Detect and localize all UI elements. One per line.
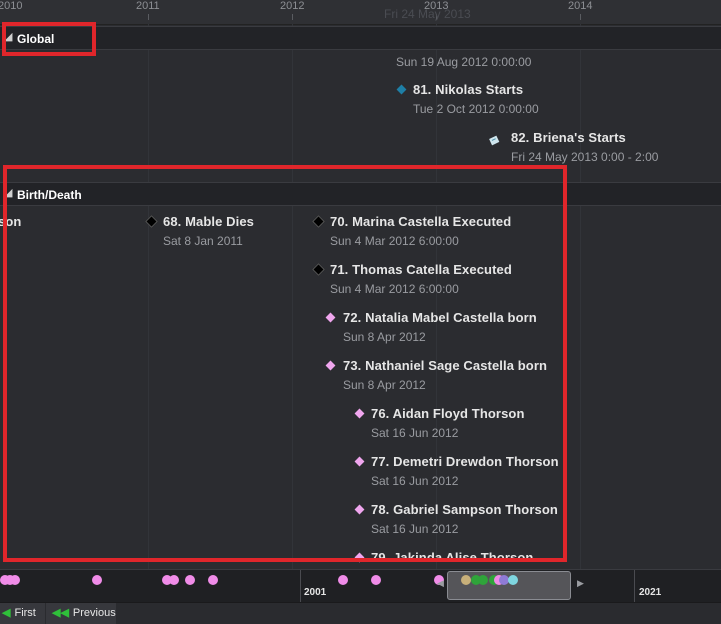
overview-event-dot xyxy=(10,575,20,585)
timeline-overview[interactable]: ◀ ▶ 2001 2021 xyxy=(0,569,721,603)
event-71[interactable]: 71. Thomas Catella Executed Sun 4 Mar 20… xyxy=(330,262,512,296)
birth-marker-icon xyxy=(354,504,365,515)
year-label-2010: 2010 xyxy=(0,0,23,12)
event-title: 82. Briena's Starts xyxy=(511,130,626,145)
year-divider xyxy=(634,570,635,603)
event-date: Fri 24 May 2013 0:00 - 2:00 xyxy=(511,150,659,164)
event-date: Sat 16 Jun 2012 xyxy=(371,522,459,536)
previous-arrow-icon: ◀◀ xyxy=(52,607,69,619)
band-label-global: Global xyxy=(17,32,55,46)
event-title: 81. Nikolas Starts xyxy=(413,82,524,97)
ghost-date-text: Fri 24 May 2013 xyxy=(384,7,471,21)
event-date: Sun 19 Aug 2012 0:00:00 xyxy=(396,55,532,69)
overview-event-dot xyxy=(338,575,348,585)
event-date: Sun 8 Apr 2012 xyxy=(343,330,426,344)
collapse-arrow-icon[interactable]: ◢ xyxy=(4,30,12,43)
event-title: 73. Nathaniel Sage Castella born xyxy=(343,358,548,373)
event-date: Sun 4 Mar 2012 6:00:00 xyxy=(330,234,459,248)
event-title: 70. Marina Castella Executed xyxy=(330,214,512,229)
event-date: Tue 2 Oct 2012 0:00:00 xyxy=(413,102,539,116)
overview-event-dot xyxy=(508,575,518,585)
event-76[interactable]: 76. Aidan Floyd Thorson Sat 16 Jun 2012 xyxy=(371,406,525,440)
event-82[interactable]: 82. Briena's Starts Fri 24 May 2013 0:00… xyxy=(511,130,658,164)
overview-event-dot xyxy=(461,575,471,585)
event-title: son xyxy=(0,214,22,229)
event-title: 72. Natalia Mabel Castella born xyxy=(343,310,537,325)
event-title: 79. Jakinda Alise Thorson xyxy=(371,550,534,565)
grid-line xyxy=(292,24,293,569)
event-date: Sat 8 Jan 2011 xyxy=(163,234,243,248)
first-button[interactable]: ◀ First xyxy=(0,603,45,624)
event-date: Sun 4 Mar 2012 6:00:00 xyxy=(330,282,459,296)
overview-event-dot xyxy=(478,575,488,585)
navigation-footer: ◀ First ◀◀ Previous xyxy=(0,602,721,624)
year-tick xyxy=(292,14,293,20)
document-icon xyxy=(489,133,501,146)
event-70[interactable]: 70. Marina Castella Executed Sun 4 Mar 2… xyxy=(330,214,511,248)
birth-marker-icon xyxy=(325,312,336,323)
scroll-right-arrow-icon[interactable]: ▶ xyxy=(577,578,584,589)
event-78[interactable]: 78. Gabriel Sampson Thorson Sat 16 Jun 2… xyxy=(371,502,558,536)
year-divider xyxy=(300,570,301,603)
previous-button-label: Previous xyxy=(72,607,116,619)
overview-event-dot xyxy=(371,575,381,585)
event-68[interactable]: 68. Mable Dies Sat 8 Jan 2011 xyxy=(163,214,254,248)
year-tick xyxy=(148,14,149,20)
event-79[interactable]: 79. Jakinda Alise Thorson xyxy=(371,550,533,565)
first-button-label: First xyxy=(14,607,36,619)
event-date: Sat 16 Jun 2012 xyxy=(371,474,459,488)
year-label-2014: 2014 xyxy=(568,0,593,12)
birth-marker-icon xyxy=(354,408,365,419)
birth-marker-icon xyxy=(354,456,365,467)
event-date: Sun 8 Apr 2012 xyxy=(343,378,426,392)
event-81[interactable]: 81. Nikolas Starts Tue 2 Oct 2012 0:00:0… xyxy=(413,82,539,116)
band-label-birth-death: Birth/Death xyxy=(17,188,82,202)
death-marker-icon xyxy=(312,215,325,228)
year-label-2011: 2011 xyxy=(136,0,160,12)
event-72[interactable]: 72. Natalia Mabel Castella born Sun 8 Ap… xyxy=(343,310,537,344)
event-title: 71. Thomas Catella Executed xyxy=(330,262,512,277)
event-73[interactable]: 73. Nathaniel Sage Castella born Sun 8 A… xyxy=(343,358,547,392)
event-title: 77. Demetri Drewdon Thorson xyxy=(371,454,559,469)
band-header-birth-death[interactable]: ◢ Birth/Death xyxy=(0,182,721,206)
overview-year-label: 2001 xyxy=(304,587,327,598)
event-77[interactable]: 77. Demetri Drewdon Thorson Sat 16 Jun 2… xyxy=(371,454,559,488)
event-title: 78. Gabriel Sampson Thorson xyxy=(371,502,558,517)
year-tick xyxy=(580,14,581,20)
year-label-2012: 2012 xyxy=(280,0,305,12)
grid-line xyxy=(148,24,149,569)
birth-marker-icon xyxy=(354,552,365,563)
grid-line xyxy=(580,24,581,569)
death-marker-icon xyxy=(312,263,325,276)
band-header-global[interactable]: ◢ Global xyxy=(0,26,721,50)
overview-event-dot xyxy=(169,575,179,585)
event-80[interactable]: Sun 19 Aug 2012 0:00:00 xyxy=(396,55,531,69)
birth-marker-icon xyxy=(325,360,336,371)
overview-event-dot xyxy=(185,575,195,585)
scroll-left-arrow-icon[interactable]: ◀ xyxy=(437,578,444,589)
event-date: Sat 16 Jun 2012 xyxy=(371,426,459,440)
timeline-ruler[interactable]: 2010 2011 2012 2013 2014 Fri 24 May 2013 xyxy=(0,0,721,25)
event-marker-icon xyxy=(396,84,407,95)
collapse-arrow-icon[interactable]: ◢ xyxy=(4,186,12,199)
event-partial[interactable]: son xyxy=(0,214,21,229)
event-title: 76. Aidan Floyd Thorson xyxy=(371,406,525,421)
previous-button[interactable]: ◀◀ Previous xyxy=(46,603,116,624)
overview-event-dot xyxy=(92,575,102,585)
event-title: 68. Mable Dies xyxy=(163,214,254,229)
overview-year-label: 2021 xyxy=(639,587,662,598)
overview-event-dot xyxy=(208,575,218,585)
first-arrow-icon: ◀ xyxy=(2,607,11,619)
